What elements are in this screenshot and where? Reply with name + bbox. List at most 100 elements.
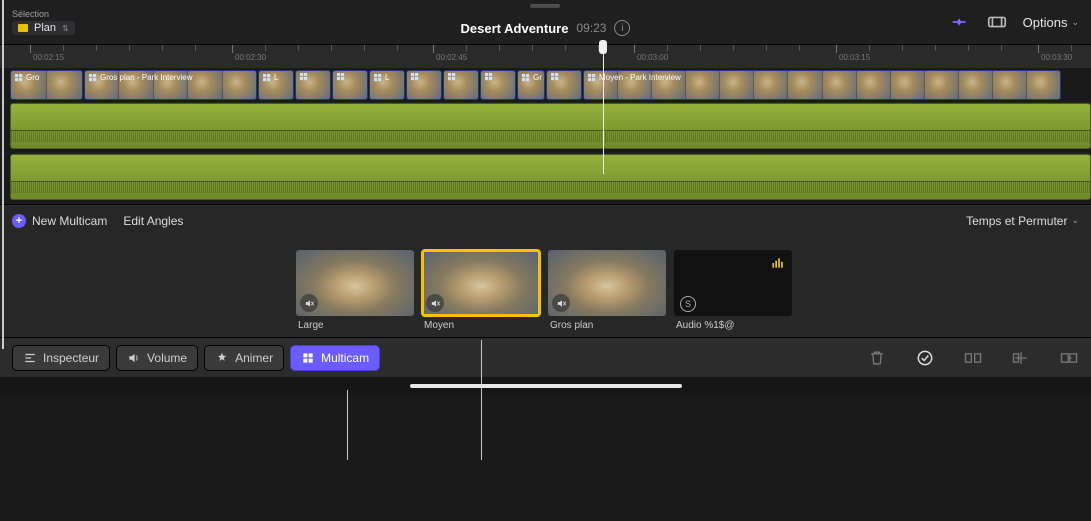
animate-label: Animer bbox=[235, 351, 273, 365]
selection-group: Sélection Plan ⇅ bbox=[12, 9, 152, 35]
angle-label: Audio %1$@ bbox=[674, 320, 792, 331]
timeline-clip[interactable] bbox=[546, 70, 582, 100]
edit-angles-button[interactable]: Edit Angles bbox=[123, 214, 183, 228]
timeline-clip[interactable] bbox=[443, 70, 479, 100]
timeline-clip[interactable] bbox=[480, 70, 516, 100]
title-group: Desert Adventure 09:23 i bbox=[461, 4, 631, 36]
audio-track-2[interactable] bbox=[0, 154, 1091, 204]
multicam-mode-label: Temps et Permuter bbox=[966, 214, 1067, 228]
timeline-clip[interactable] bbox=[295, 70, 331, 100]
multicam-clip-icon bbox=[485, 73, 493, 80]
project-title: Desert Adventure bbox=[461, 21, 569, 36]
ruler-tick-label: 00:02:45 bbox=[436, 53, 467, 62]
multicam-clip-icon bbox=[300, 73, 308, 80]
angle-label: Moyen bbox=[422, 320, 540, 331]
clip-label-text: Moyen - Park Interview bbox=[599, 73, 681, 82]
edit-angles-label: Edit Angles bbox=[123, 214, 183, 228]
video-track[interactable]: Gro Gros plan - Park Interview L L Gr Moyen -… bbox=[0, 68, 1091, 102]
animate-tab[interactable]: Animer bbox=[204, 345, 284, 371]
callout-line bbox=[347, 390, 348, 460]
angle-audio-%1$@[interactable]: S Audio %1$@ bbox=[674, 250, 792, 331]
tool-icons bbox=[867, 348, 1079, 368]
multicam-clip-icon bbox=[588, 74, 596, 81]
project-duration: 09:23 bbox=[576, 21, 606, 35]
scrub-thumb[interactable] bbox=[410, 384, 682, 388]
plan-dropdown[interactable]: Plan ⇅ bbox=[12, 21, 75, 35]
multicam-clip-icon bbox=[551, 73, 559, 80]
timeline-clip[interactable]: Gro bbox=[10, 70, 83, 100]
info-icon[interactable]: i bbox=[614, 20, 630, 36]
timeline-clip[interactable] bbox=[332, 70, 368, 100]
audio-track-1[interactable] bbox=[0, 103, 1091, 153]
angle-label: Large bbox=[296, 320, 414, 331]
scrub-bar[interactable] bbox=[0, 377, 1091, 395]
inspector-label: Inspecteur bbox=[43, 351, 99, 365]
options-menu[interactable]: Options ⌄ bbox=[1023, 15, 1079, 30]
multicam-clip-icon bbox=[522, 74, 530, 81]
angle-gros-plan[interactable]: Gros plan bbox=[548, 250, 666, 331]
multicam-clip-icon bbox=[374, 74, 382, 81]
skimming-icon[interactable] bbox=[985, 11, 1009, 33]
multicam-clip-icon bbox=[411, 73, 419, 80]
bottom-toolbar: Inspecteur Volume Animer Multicam bbox=[0, 337, 1091, 377]
angle-moyen[interactable]: Moyen bbox=[422, 250, 540, 331]
overwrite-icon[interactable] bbox=[1059, 348, 1079, 368]
selection-label: Sélection bbox=[12, 9, 152, 19]
clip-label-text: Gros plan - Park Interview bbox=[100, 73, 192, 82]
callout-line bbox=[481, 340, 482, 460]
angles-row: Large Moyen Gros plan S Audio %1$@ bbox=[0, 236, 1091, 337]
plan-label: Plan bbox=[34, 22, 56, 34]
multicam-clip-icon bbox=[337, 73, 345, 80]
magnetic-timeline-icon[interactable] bbox=[949, 11, 971, 33]
multicam-toolbar: + New Multicam Edit Angles Temps et Perm… bbox=[0, 204, 1091, 236]
sync-icon: S bbox=[680, 296, 696, 312]
new-multicam-label: New Multicam bbox=[32, 214, 107, 228]
trash-icon[interactable] bbox=[867, 348, 887, 368]
options-label: Options bbox=[1023, 15, 1068, 30]
mute-icon[interactable] bbox=[300, 294, 318, 312]
timeline: 00:02:15 00:02:30 00:02:45 00:03:00 00:03:15… bbox=[0, 44, 1091, 204]
header-bar: Sélection Plan ⇅ Desert Adventure 09:23 … bbox=[0, 0, 1091, 44]
timeline-clip[interactable]: L bbox=[369, 70, 405, 100]
callout-line bbox=[2, 0, 4, 236]
insert-icon[interactable] bbox=[1011, 348, 1031, 368]
inspector-tab[interactable]: Inspecteur bbox=[12, 345, 110, 371]
angle-large[interactable]: Large bbox=[296, 250, 414, 331]
multicam-clip-icon bbox=[89, 74, 97, 81]
clip-label-text: Gro bbox=[26, 73, 39, 82]
callout-line bbox=[2, 236, 4, 349]
time-ruler[interactable]: 00:02:15 00:02:30 00:02:45 00:03:00 00:03:15… bbox=[0, 44, 1091, 68]
clip-label-text: L bbox=[385, 73, 389, 82]
angle-label: Gros plan bbox=[548, 320, 666, 331]
audio-bars-icon bbox=[770, 256, 784, 275]
multicam-clip-icon bbox=[448, 73, 456, 80]
ruler-tick-label: 00:02:30 bbox=[235, 53, 266, 62]
plus-icon: + bbox=[12, 214, 26, 228]
panel-drag-handle[interactable] bbox=[530, 4, 560, 8]
multicam-clip-icon bbox=[263, 74, 271, 81]
clip-label-text: L bbox=[274, 73, 278, 82]
mute-icon[interactable] bbox=[426, 294, 444, 312]
timeline-clip[interactable]: L bbox=[258, 70, 294, 100]
multicam-mode-menu[interactable]: Temps et Permuter ⌄ bbox=[966, 214, 1079, 228]
new-multicam-button[interactable]: + New Multicam bbox=[12, 214, 107, 228]
approve-icon[interactable] bbox=[915, 348, 935, 368]
timeline-clip[interactable]: Moyen - Park Interview bbox=[583, 70, 1061, 100]
ruler-tick-label: 00:03:00 bbox=[637, 53, 668, 62]
tracks: Gro Gros plan - Park Interview L L Gr Moyen -… bbox=[0, 68, 1091, 204]
timeline-clip[interactable]: Gros plan - Park Interview bbox=[84, 70, 257, 100]
split-icon[interactable] bbox=[963, 348, 983, 368]
timeline-clip[interactable]: Gr bbox=[517, 70, 545, 100]
mute-icon[interactable] bbox=[552, 294, 570, 312]
plan-color-swatch bbox=[18, 24, 28, 32]
clip-label-text: Gr bbox=[533, 73, 542, 82]
chevron-down-icon: ⌄ bbox=[1071, 215, 1079, 226]
multicam-tab-label: Multicam bbox=[321, 351, 369, 365]
ruler-tick-label: 00:02:15 bbox=[33, 53, 64, 62]
multicam-clip-icon bbox=[15, 74, 23, 81]
timeline-clip[interactable] bbox=[406, 70, 442, 100]
chevron-down-icon: ⌄ bbox=[1071, 17, 1079, 28]
multicam-tab[interactable]: Multicam bbox=[290, 345, 380, 371]
ruler-tick-label: 00:03:15 bbox=[839, 53, 870, 62]
volume-tab[interactable]: Volume bbox=[116, 345, 198, 371]
